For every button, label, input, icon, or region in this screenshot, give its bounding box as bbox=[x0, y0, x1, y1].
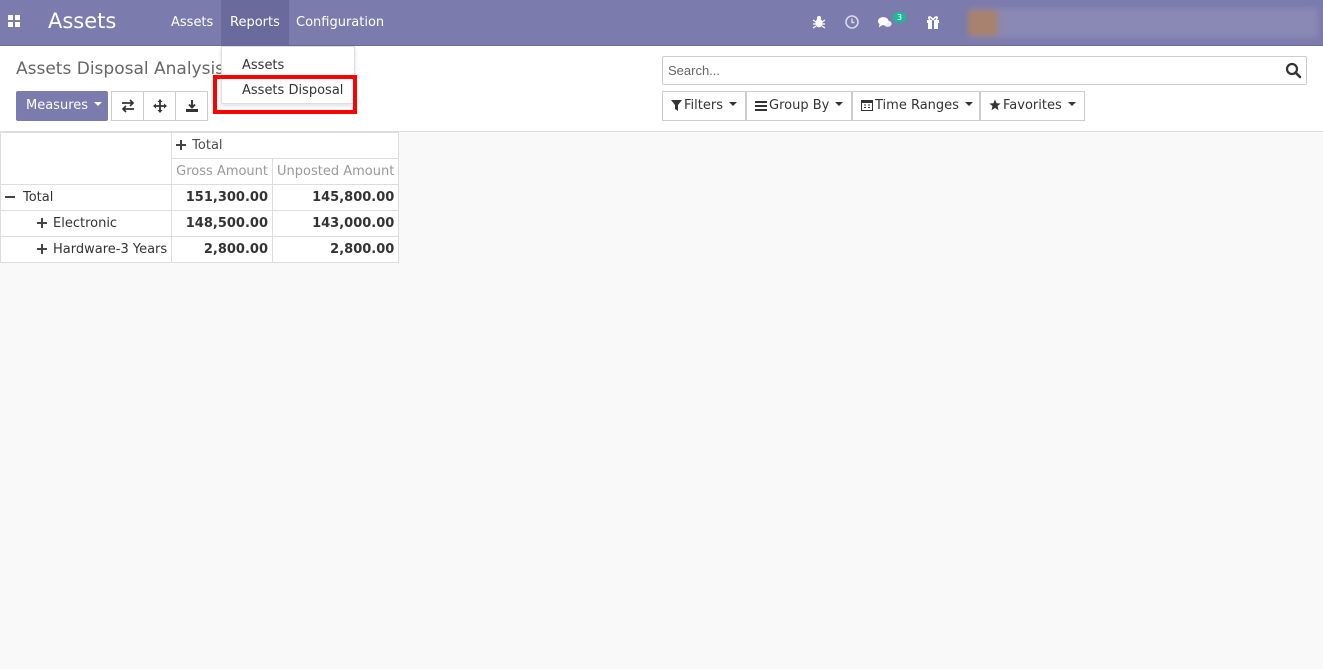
group-by-button[interactable]: Group By bbox=[746, 91, 852, 121]
time-ranges-label: Time Ranges bbox=[875, 98, 959, 113]
download-button[interactable] bbox=[175, 91, 208, 121]
favorites-label: Favorites bbox=[1003, 98, 1062, 113]
pivot-column-header[interactable]: Total bbox=[171, 132, 400, 159]
cell-unposted-amount[interactable]: 145,800.00 bbox=[272, 184, 400, 211]
measure-header-gross-amount[interactable]: Gross Amount bbox=[171, 158, 274, 185]
collapse-minus-icon bbox=[5, 192, 15, 202]
menu-reports[interactable]: Reports bbox=[221, 0, 289, 46]
caret-down-icon bbox=[964, 102, 973, 106]
table-row: Total 151,300.00 145,800.00 bbox=[0, 184, 400, 211]
debug-bug-icon[interactable] bbox=[811, 14, 827, 30]
row-header-total[interactable]: Total bbox=[0, 184, 173, 211]
caret-down-icon bbox=[728, 102, 737, 106]
menu-configuration[interactable]: Configuration bbox=[287, 0, 393, 46]
arrows-move-icon bbox=[153, 99, 167, 113]
row-label: Total bbox=[23, 190, 54, 205]
calendar-icon bbox=[861, 100, 873, 111]
user-menu-blurred[interactable] bbox=[968, 8, 1318, 38]
app-title: Assets bbox=[48, 9, 117, 33]
exchange-arrows-icon bbox=[121, 99, 135, 113]
messages-chat-icon[interactable] bbox=[877, 14, 893, 30]
filter-funnel-icon bbox=[671, 100, 682, 111]
avatar bbox=[968, 10, 998, 36]
row-header-hardware-3-years[interactable]: Hardware-3 Years bbox=[0, 236, 173, 263]
table-row: Hardware-3 Years 2,800.00 2,800.00 bbox=[0, 236, 400, 263]
cell-gross-amount[interactable]: 148,500.00 bbox=[171, 210, 274, 237]
expand-plus-icon bbox=[37, 244, 47, 254]
search-box bbox=[662, 56, 1307, 85]
pivot-corner-cell bbox=[0, 132, 173, 185]
download-icon bbox=[186, 100, 198, 112]
measures-label: Measures bbox=[26, 98, 89, 113]
table-row: Electronic 148,500.00 143,000.00 bbox=[0, 210, 400, 237]
menu-assets[interactable]: Assets bbox=[162, 0, 222, 46]
row-label: Hardware-3 Years bbox=[53, 242, 168, 257]
expand-plus-icon bbox=[176, 140, 187, 150]
row-label: Electronic bbox=[53, 216, 118, 231]
row-header-electronic[interactable]: Electronic bbox=[0, 210, 173, 237]
dropdown-item-assets[interactable]: Assets bbox=[242, 58, 284, 73]
time-ranges-button[interactable]: Time Ranges bbox=[852, 91, 980, 121]
star-icon bbox=[989, 99, 1001, 111]
gift-icon[interactable] bbox=[925, 14, 941, 30]
messages-badge: 3 bbox=[893, 12, 906, 23]
measures-button[interactable]: Measures bbox=[16, 91, 108, 121]
caret-down-icon bbox=[835, 102, 844, 106]
cell-unposted-amount[interactable]: 143,000.00 bbox=[272, 210, 400, 237]
column-header-label: Total bbox=[192, 138, 223, 153]
pivot-table: Total Gross Amount Unposted Amount Total… bbox=[0, 132, 400, 263]
cell-gross-amount[interactable]: 2,800.00 bbox=[171, 236, 274, 263]
caret-down-icon bbox=[1067, 102, 1076, 106]
flip-axis-button[interactable] bbox=[111, 91, 144, 121]
group-by-label: Group By bbox=[769, 98, 830, 113]
favorites-button[interactable]: Favorites bbox=[980, 91, 1085, 121]
list-bars-icon bbox=[755, 101, 767, 111]
measure-header-unposted-amount[interactable]: Unposted Amount bbox=[272, 158, 400, 185]
caret-down-icon bbox=[94, 102, 103, 106]
filters-button[interactable]: Filters bbox=[662, 91, 746, 121]
cell-gross-amount[interactable]: 151,300.00 bbox=[171, 184, 274, 211]
activity-clock-icon[interactable] bbox=[844, 14, 860, 30]
pivot-header-row: Total bbox=[0, 132, 400, 185]
apps-menu-icon[interactable] bbox=[8, 14, 24, 30]
search-input[interactable] bbox=[663, 57, 1263, 84]
top-navbar: Assets Assets Reports Configuration 3 bbox=[0, 0, 1323, 46]
cell-unposted-amount[interactable]: 2,800.00 bbox=[272, 236, 400, 263]
expand-all-button[interactable] bbox=[143, 91, 176, 121]
filters-label: Filters bbox=[684, 98, 723, 113]
page-title: Assets Disposal Analysis bbox=[16, 59, 225, 79]
highlight-box bbox=[213, 75, 357, 114]
control-panel: Assets Disposal Analysis Measures Filter… bbox=[0, 46, 1323, 132]
expand-plus-icon bbox=[37, 218, 47, 228]
search-icon[interactable] bbox=[1285, 62, 1302, 79]
